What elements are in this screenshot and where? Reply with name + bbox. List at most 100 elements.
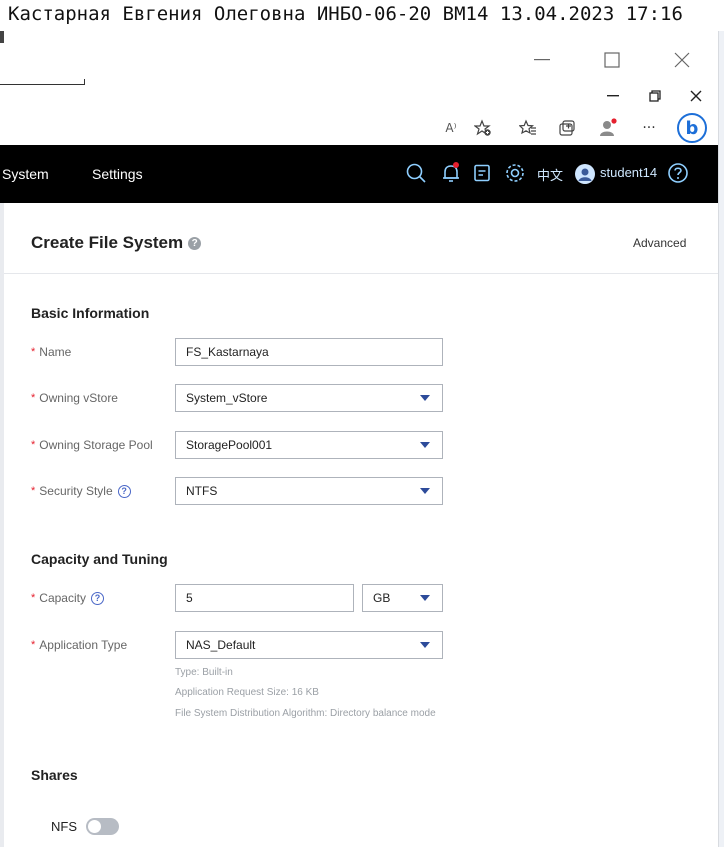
minimize-icon bbox=[607, 95, 619, 97]
notifications-button[interactable] bbox=[439, 161, 463, 185]
tasks-button[interactable] bbox=[470, 161, 494, 185]
window-scroll-edge bbox=[718, 31, 724, 847]
favorites-icon bbox=[519, 119, 536, 135]
window-minimize-button[interactable] bbox=[530, 48, 554, 72]
caption-text: Кастарная Евгения Олеговна ИНБО-06-20 ВМ… bbox=[8, 3, 683, 25]
more-button[interactable]: ··· bbox=[637, 116, 661, 140]
window-edge bbox=[0, 31, 4, 43]
required-mark: * bbox=[31, 346, 36, 358]
close-icon bbox=[674, 52, 690, 68]
close-icon bbox=[690, 90, 702, 102]
name-label-text: Name bbox=[39, 345, 72, 359]
recording-caption: Кастарная Евгения Олеговна ИНБО-06-20 ВМ… bbox=[0, 0, 724, 31]
search-button[interactable] bbox=[404, 161, 428, 185]
bing-button[interactable]: b bbox=[677, 113, 707, 143]
advanced-link[interactable]: Advanced bbox=[633, 236, 686, 250]
capacity-unit-select[interactable]: GB bbox=[362, 584, 443, 612]
star-plus-icon bbox=[474, 119, 491, 136]
window-close-button[interactable] bbox=[670, 48, 694, 72]
add-favorite-button[interactable] bbox=[471, 116, 495, 140]
minimize-icon bbox=[534, 59, 550, 61]
name-label: * Name bbox=[31, 345, 71, 359]
required-mark: * bbox=[31, 639, 36, 651]
gear-icon bbox=[506, 164, 524, 182]
page-title-text: Create File System bbox=[31, 233, 184, 252]
create-fs-panel bbox=[0, 203, 718, 847]
read-aloud-icon: A⁾ bbox=[445, 121, 457, 135]
application-type-select[interactable]: NAS_Default bbox=[175, 631, 443, 659]
storage-pool-select[interactable]: StoragePool001 bbox=[175, 431, 443, 459]
notification-badge bbox=[453, 162, 459, 168]
vstore-select[interactable]: System_vStore bbox=[175, 384, 443, 412]
required-mark: * bbox=[31, 485, 36, 497]
title-divider bbox=[4, 273, 718, 274]
nfs-toggle[interactable] bbox=[86, 818, 119, 835]
required-mark: * bbox=[31, 392, 36, 404]
help-icon[interactable]: ? bbox=[90, 591, 104, 605]
task-icon bbox=[474, 164, 490, 182]
security-style-select[interactable]: NTFS bbox=[175, 477, 443, 505]
help-button[interactable] bbox=[666, 161, 690, 185]
app-type-hint-distribution: File System Distribution Algorithm: Dire… bbox=[175, 708, 436, 719]
maximize-icon bbox=[604, 52, 620, 68]
vstore-label-text: Owning vStore bbox=[39, 391, 118, 405]
search-icon bbox=[406, 163, 426, 183]
panel-left-edge bbox=[0, 203, 4, 847]
browser-minimize-button[interactable] bbox=[603, 86, 623, 106]
chevron-down-icon bbox=[420, 488, 430, 494]
tab-separator bbox=[84, 79, 85, 85]
browser-close-button[interactable] bbox=[686, 86, 706, 106]
nav-item-settings[interactable]: Settings bbox=[92, 166, 143, 182]
section-capacity-and-tuning: Capacity and Tuning bbox=[31, 551, 168, 567]
bing-icon: b bbox=[685, 117, 699, 139]
vstore-label: * Owning vStore bbox=[31, 391, 118, 405]
required-mark: * bbox=[31, 439, 36, 451]
required-mark: * bbox=[31, 592, 36, 604]
avatar[interactable] bbox=[575, 164, 595, 184]
profile-button[interactable] bbox=[596, 116, 620, 140]
chevron-down-icon bbox=[420, 595, 430, 601]
help-icon bbox=[668, 163, 688, 183]
chevron-down-icon bbox=[420, 395, 430, 401]
user-menu[interactable]: student14 bbox=[600, 165, 657, 180]
capacity-unit-value: GB bbox=[373, 591, 391, 605]
app-topnav: System Settings 中文 student14 bbox=[0, 145, 718, 203]
name-input[interactable]: FS_Kastarnaya bbox=[175, 338, 443, 366]
security-style-label: * Security Style? bbox=[31, 484, 131, 498]
chevron-down-icon bbox=[420, 442, 430, 448]
language-switch[interactable]: 中文 bbox=[537, 165, 563, 184]
section-shares: Shares bbox=[31, 767, 78, 783]
capacity-label-text: Capacity bbox=[39, 591, 86, 605]
application-type-label: * Application Type bbox=[31, 638, 127, 652]
app-type-hint-request-size: Application Request Size: 16 KB bbox=[175, 687, 319, 698]
favorites-button[interactable] bbox=[516, 116, 540, 140]
capacity-input[interactable]: 5 bbox=[175, 584, 354, 612]
app-type-hint-type: Type: Built-in bbox=[175, 667, 233, 678]
page-title: Create File System? bbox=[31, 233, 202, 253]
read-aloud-button[interactable]: A⁾ bbox=[439, 116, 463, 140]
capacity-input-value: 5 bbox=[186, 591, 193, 605]
help-icon[interactable]: ? bbox=[117, 484, 131, 498]
collections-button[interactable] bbox=[555, 116, 579, 140]
section-basic-information: Basic Information bbox=[31, 305, 150, 321]
nfs-label: NFS bbox=[51, 819, 77, 834]
browser-restore-button[interactable] bbox=[645, 86, 665, 106]
collections-icon bbox=[559, 120, 575, 136]
vstore-select-value: System_vStore bbox=[186, 391, 268, 405]
user-avatar-icon bbox=[578, 168, 592, 181]
toggle-knob bbox=[88, 820, 101, 833]
window-maximize-button[interactable] bbox=[600, 48, 624, 72]
capacity-label: * Capacity? bbox=[31, 591, 104, 605]
more-icon: ··· bbox=[642, 120, 656, 136]
nav-item-system[interactable]: System bbox=[2, 166, 49, 182]
title-help-icon[interactable]: ? bbox=[188, 237, 202, 251]
security-style-value: NTFS bbox=[186, 484, 218, 498]
chevron-down-icon bbox=[420, 642, 430, 648]
storage-pool-select-value: StoragePool001 bbox=[186, 438, 273, 452]
settings-button[interactable] bbox=[503, 161, 527, 185]
profile-icon bbox=[600, 118, 617, 136]
application-type-value: NAS_Default bbox=[186, 638, 256, 652]
tab-underline bbox=[0, 84, 85, 85]
application-type-label-text: Application Type bbox=[39, 638, 128, 652]
security-style-label-text: Security Style bbox=[39, 484, 113, 498]
